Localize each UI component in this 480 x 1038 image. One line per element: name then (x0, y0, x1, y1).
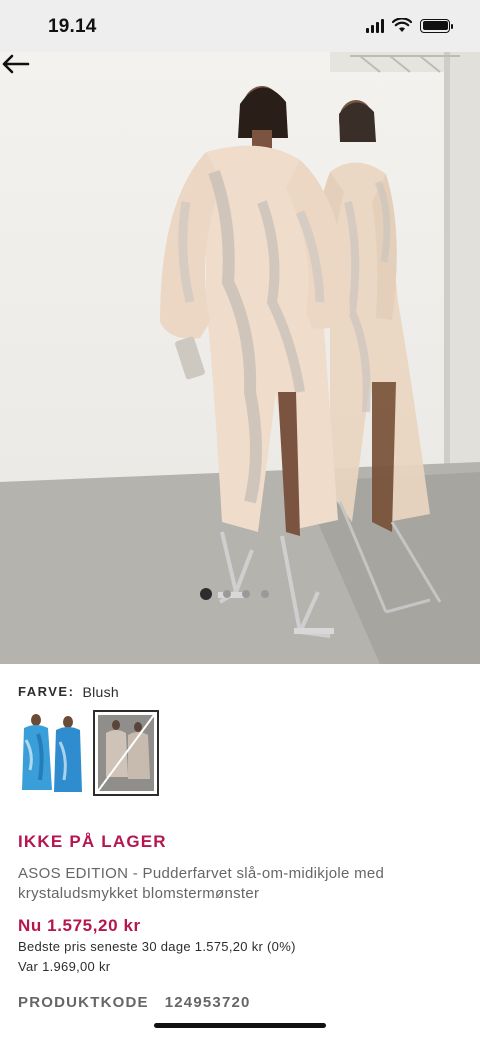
swatch-image (18, 710, 84, 796)
current-price: Nu 1.575,20 kr (18, 916, 141, 935)
wifi-icon (392, 18, 412, 32)
product-code-row: PRODUKTKODE 124953720 (18, 994, 251, 1011)
colour-value: Blush (82, 684, 119, 700)
status-icons (366, 18, 453, 33)
status-bar: 19.14 (0, 0, 480, 52)
product-image-gallery[interactable] (0, 52, 480, 664)
gallery-dot[interactable] (223, 590, 231, 598)
gallery-dot[interactable] (242, 590, 250, 598)
best-price-info: Bedste pris seneste 30 dage 1.575,20 kr … (18, 939, 296, 954)
swatch-image-unavailable (98, 715, 154, 791)
gallery-dot[interactable] (200, 588, 212, 600)
colour-swatch-blue-floral[interactable] (18, 710, 84, 796)
cellular-signal-icon (366, 18, 384, 33)
gallery-pagination (200, 588, 269, 600)
colour-row: FARVE: Blush (18, 684, 119, 700)
home-indicator[interactable] (154, 1023, 326, 1028)
status-time: 19.14 (48, 16, 97, 37)
product-title: ASOS EDITION - Pudderfarvet slå-om-midik… (18, 865, 385, 902)
product-code-label: PRODUKTKODE (18, 994, 149, 1011)
product-photo (0, 52, 480, 664)
was-price: Var 1.969,00 kr (18, 959, 111, 974)
back-arrow-icon[interactable] (0, 52, 30, 76)
gallery-dot[interactable] (261, 590, 269, 598)
colour-label: FARVE: (18, 684, 75, 699)
product-code-value: 124953720 (164, 994, 251, 1011)
battery-icon (420, 18, 453, 33)
colour-swatch-blush-out-of-stock[interactable] (93, 710, 159, 796)
stock-status: IKKE PÅ LAGER (18, 832, 167, 851)
